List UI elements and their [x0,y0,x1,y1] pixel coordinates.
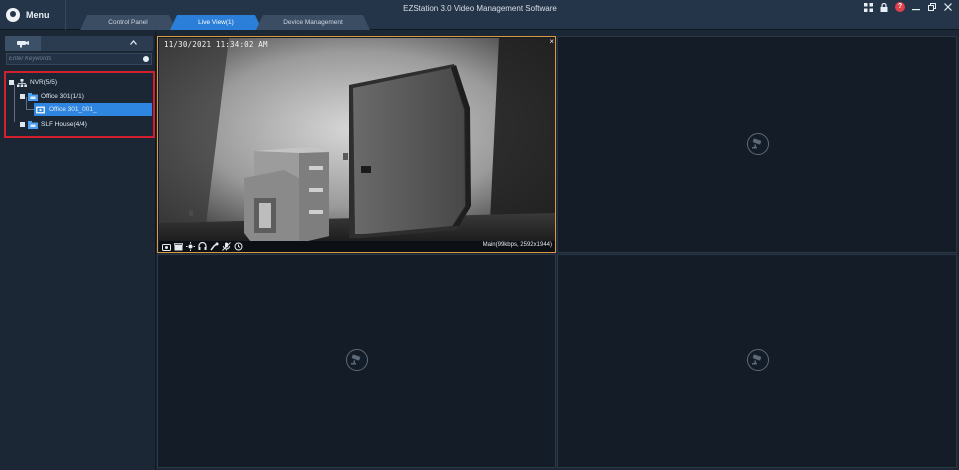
tree-item-label: SLF House(4/4) [41,121,87,128]
app-logo-icon [6,8,20,22]
record-icon[interactable] [174,242,183,251]
tab-live-view[interactable]: Live View(1) [170,15,262,30]
tree-item-camera-office-301-001[interactable]: Office 301_001_ [34,103,152,116]
close-video-button[interactable]: × [549,38,554,46]
panel-header [5,36,153,51]
main-tabs: Control Panel Live View(1) Device Manage… [80,15,364,30]
menu-button[interactable]: Menu [0,0,66,30]
tree-item-office-301[interactable]: Office 301(1/1) [20,90,84,103]
video-window-2[interactable] [557,36,957,253]
app-window: Menu EZStation 3.0 Video Management Soft… [0,0,959,470]
lock-icon[interactable] [879,2,889,12]
brightness-icon[interactable] [186,242,195,251]
restore-icon[interactable] [927,2,937,12]
stream-info: Main(99kbps, 2592x1944) [482,242,552,248]
camera-icon [17,40,29,47]
camera-icon [36,106,46,114]
tree-connector [14,84,15,122]
tree-item-slf-house[interactable]: SLF House(4/4) [20,118,87,131]
live-view-grid: 11/30/2021 11:34:02 AM × Main(99kbps, 25… [157,36,957,468]
tree-connector [26,109,34,110]
expand-icon[interactable] [9,80,14,85]
video-toolbar: Main(99kbps, 2592x1944) [159,241,555,252]
mute-icon[interactable] [222,242,231,251]
tree-item-label: NVR(5/5) [30,79,58,86]
tree-item-label: Office 301_001_ [49,106,97,113]
video-window-4[interactable] [557,254,957,468]
expand-icon[interactable] [20,122,25,127]
search-box [6,53,152,65]
search-input[interactable] [9,54,139,64]
no-camera-icon [747,349,769,371]
folder-camera-icon [28,120,38,129]
search-icon[interactable] [143,56,149,62]
device-panel: NVR(5/5) Office 301(1/1) Office 301_001_ [0,31,156,470]
video-window-1[interactable]: 11/30/2021 11:34:02 AM × Main(99kbps, 25… [157,36,556,253]
help-icon[interactable]: ? [895,2,905,12]
app-title: EZStation 3.0 Video Management Software [403,4,557,13]
no-camera-icon [747,133,769,155]
camera-list-tab[interactable] [5,36,41,51]
tab-control-panel[interactable]: Control Panel [80,15,176,30]
menu-label: Menu [26,10,50,20]
video-timestamp: 11/30/2021 11:34:02 AM [164,40,268,49]
collapse-button[interactable] [130,37,137,47]
video-window-3[interactable] [157,254,556,468]
layout-icon[interactable] [863,2,873,12]
tree-item-nvr[interactable]: NVR(5/5) [9,76,57,89]
audio-icon[interactable] [198,242,207,251]
window-controls: ? [863,2,953,12]
camera-feed[interactable]: 11/30/2021 11:34:02 AM × [159,38,555,241]
tree-item-label: Office 301(1/1) [41,93,84,100]
network-icon [17,78,27,87]
ptz-icon[interactable] [210,242,219,251]
refresh-icon[interactable] [234,242,243,251]
no-camera-icon [346,349,368,371]
device-tree: NVR(5/5) Office 301(1/1) Office 301_001_ [4,71,155,138]
tab-device-management[interactable]: Device Management [256,15,370,30]
expand-icon[interactable] [20,94,25,99]
folder-camera-icon [28,92,38,101]
minimize-icon[interactable] [911,2,921,12]
snapshot-icon[interactable] [162,242,171,251]
close-icon[interactable] [943,2,953,12]
title-bar: Menu EZStation 3.0 Video Management Soft… [0,0,959,30]
camera-feed-image [159,38,555,241]
